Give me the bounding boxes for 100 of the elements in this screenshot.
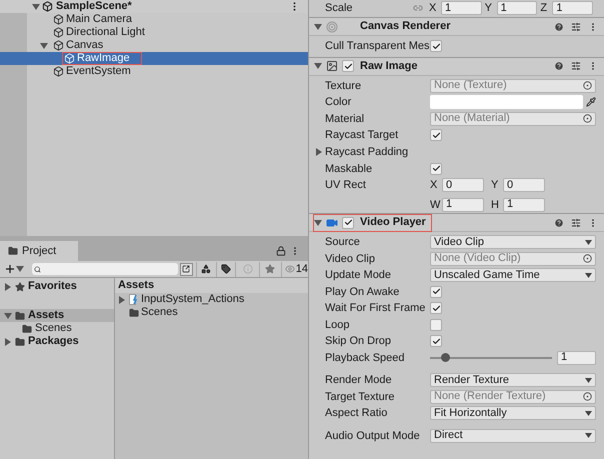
dropdown[interactable]: Fit Horizontally bbox=[430, 406, 596, 420]
cube-icon bbox=[53, 27, 64, 38]
number-field[interactable]: 1 bbox=[442, 198, 484, 212]
number-field[interactable]: 1 bbox=[496, 1, 538, 15]
dropdown[interactable]: Direct bbox=[430, 428, 596, 443]
checkbox[interactable] bbox=[430, 286, 442, 298]
help-icon[interactable] bbox=[554, 61, 564, 71]
project-sidebar-item[interactable]: Scenes bbox=[0, 322, 114, 335]
foldout-arrow-icon[interactable] bbox=[314, 62, 322, 70]
search-field[interactable] bbox=[32, 263, 178, 275]
component-header[interactable]: Raw Image bbox=[309, 58, 604, 76]
slider-thumb[interactable] bbox=[440, 352, 450, 362]
presets-icon[interactable] bbox=[571, 61, 581, 71]
assets-header: Assets bbox=[118, 278, 154, 294]
sidebar-label: Packages bbox=[28, 336, 79, 347]
caret-icon bbox=[585, 433, 592, 438]
search-mode-button[interactable] bbox=[180, 262, 193, 276]
object-name: EventSystem bbox=[66, 66, 131, 77]
axis-label: H bbox=[491, 198, 500, 212]
caret-icon[interactable] bbox=[16, 265, 24, 273]
property-label: Material bbox=[325, 112, 366, 126]
help-icon[interactable] bbox=[554, 218, 564, 228]
star-icon bbox=[265, 264, 276, 274]
number-field[interactable]: 1 bbox=[441, 1, 482, 15]
foldout-arrow-icon[interactable] bbox=[314, 218, 322, 226]
asset-item[interactable]: Scenes bbox=[115, 306, 308, 319]
eyedropper-icon[interactable] bbox=[586, 97, 596, 108]
foldout-arrow-icon[interactable] bbox=[118, 296, 126, 304]
shapes-icon bbox=[201, 264, 212, 274]
project-sidebar-item[interactable]: Packages bbox=[0, 335, 114, 348]
property-label: Raycast Target bbox=[325, 128, 400, 143]
scene-name: SampleScene* bbox=[56, 1, 132, 12]
foldout-arrow-icon[interactable] bbox=[4, 312, 12, 320]
asset-item[interactable]: InputSystem_Actions bbox=[115, 293, 308, 306]
checkbox[interactable] bbox=[430, 335, 442, 348]
hierarchy-item[interactable]: Main Camera bbox=[0, 13, 308, 26]
target-icon[interactable] bbox=[583, 392, 592, 402]
property-label: Scale bbox=[325, 0, 354, 16]
checkbox[interactable] bbox=[430, 318, 442, 331]
project-sidebar-item[interactable]: Assets bbox=[0, 309, 114, 322]
property-label: Play On Awake bbox=[325, 284, 400, 300]
foldout-arrow-icon[interactable] bbox=[4, 282, 12, 290]
target-icon[interactable] bbox=[583, 81, 592, 90]
object-name: RawImage bbox=[77, 53, 130, 64]
folder-icon bbox=[22, 324, 32, 334]
checkbox[interactable] bbox=[342, 216, 354, 228]
target-icon[interactable] bbox=[583, 254, 592, 264]
foldout-arrow-icon[interactable] bbox=[40, 42, 48, 50]
axis-label: W bbox=[430, 198, 440, 212]
axis-label: Y bbox=[491, 178, 500, 193]
tag-icon bbox=[220, 264, 231, 274]
number-field[interactable]: 1 bbox=[503, 198, 545, 212]
property-label: Color bbox=[325, 95, 352, 110]
property-label: Loop bbox=[325, 318, 350, 332]
checkbox[interactable] bbox=[430, 302, 442, 314]
color-swatch[interactable] bbox=[430, 95, 583, 110]
caret-icon bbox=[585, 240, 592, 245]
dropdown[interactable]: Render Texture bbox=[430, 373, 596, 388]
foldout-arrow-icon[interactable] bbox=[315, 148, 323, 156]
component-header[interactable]: Canvas Renderer bbox=[309, 18, 604, 36]
property-label: Raycast Padding bbox=[325, 144, 408, 160]
help-icon[interactable] bbox=[554, 22, 564, 32]
number-field[interactable]: 0 bbox=[503, 178, 545, 192]
info-icon bbox=[242, 264, 253, 274]
eye-icon bbox=[284, 264, 295, 274]
checkbox[interactable] bbox=[430, 40, 442, 52]
number-field[interactable]: 1 bbox=[552, 1, 594, 15]
folder-icon bbox=[15, 336, 25, 346]
presets-icon[interactable] bbox=[571, 218, 581, 228]
foldout-arrow-icon[interactable] bbox=[32, 2, 40, 10]
component-title: Video Player bbox=[360, 215, 426, 230]
link-icon[interactable] bbox=[413, 3, 423, 13]
cube-icon bbox=[53, 14, 64, 25]
rings-icon bbox=[326, 20, 338, 32]
hierarchy-item[interactable]: Directional Light bbox=[0, 26, 308, 39]
foldout-arrow-icon[interactable] bbox=[314, 22, 322, 30]
dropdown[interactable]: Video Clip bbox=[430, 235, 596, 250]
hierarchy-item[interactable]: Canvas bbox=[0, 39, 308, 52]
hierarchy-item[interactable]: EventSystem bbox=[0, 65, 308, 78]
project-sidebar-item[interactable]: Favorites bbox=[0, 280, 114, 293]
number-field[interactable]: 1 bbox=[557, 350, 596, 365]
component-header[interactable]: Video Player bbox=[309, 214, 604, 232]
foldout-arrow-icon[interactable] bbox=[4, 338, 12, 346]
cube-icon bbox=[53, 66, 64, 77]
dropdown[interactable]: Unscaled Game Time bbox=[430, 268, 596, 282]
property-label: Cull Transparent Mes bbox=[325, 39, 430, 54]
project-tab[interactable]: Project bbox=[0, 241, 78, 261]
checkbox[interactable] bbox=[430, 129, 442, 142]
input-actions-icon bbox=[129, 294, 139, 305]
checkbox[interactable] bbox=[430, 162, 442, 175]
object-name: Canvas bbox=[66, 40, 104, 51]
target-icon[interactable] bbox=[583, 114, 592, 124]
lock-icon[interactable] bbox=[276, 246, 286, 256]
presets-icon[interactable] bbox=[571, 22, 581, 32]
checkbox[interactable] bbox=[342, 60, 354, 72]
hierarchy-item[interactable]: RawImage bbox=[0, 52, 308, 65]
property-label: Playback Speed bbox=[325, 350, 406, 366]
asset-name: Scenes bbox=[141, 307, 178, 318]
number-field[interactable]: 0 bbox=[442, 178, 484, 192]
axis-label: X bbox=[429, 0, 438, 16]
